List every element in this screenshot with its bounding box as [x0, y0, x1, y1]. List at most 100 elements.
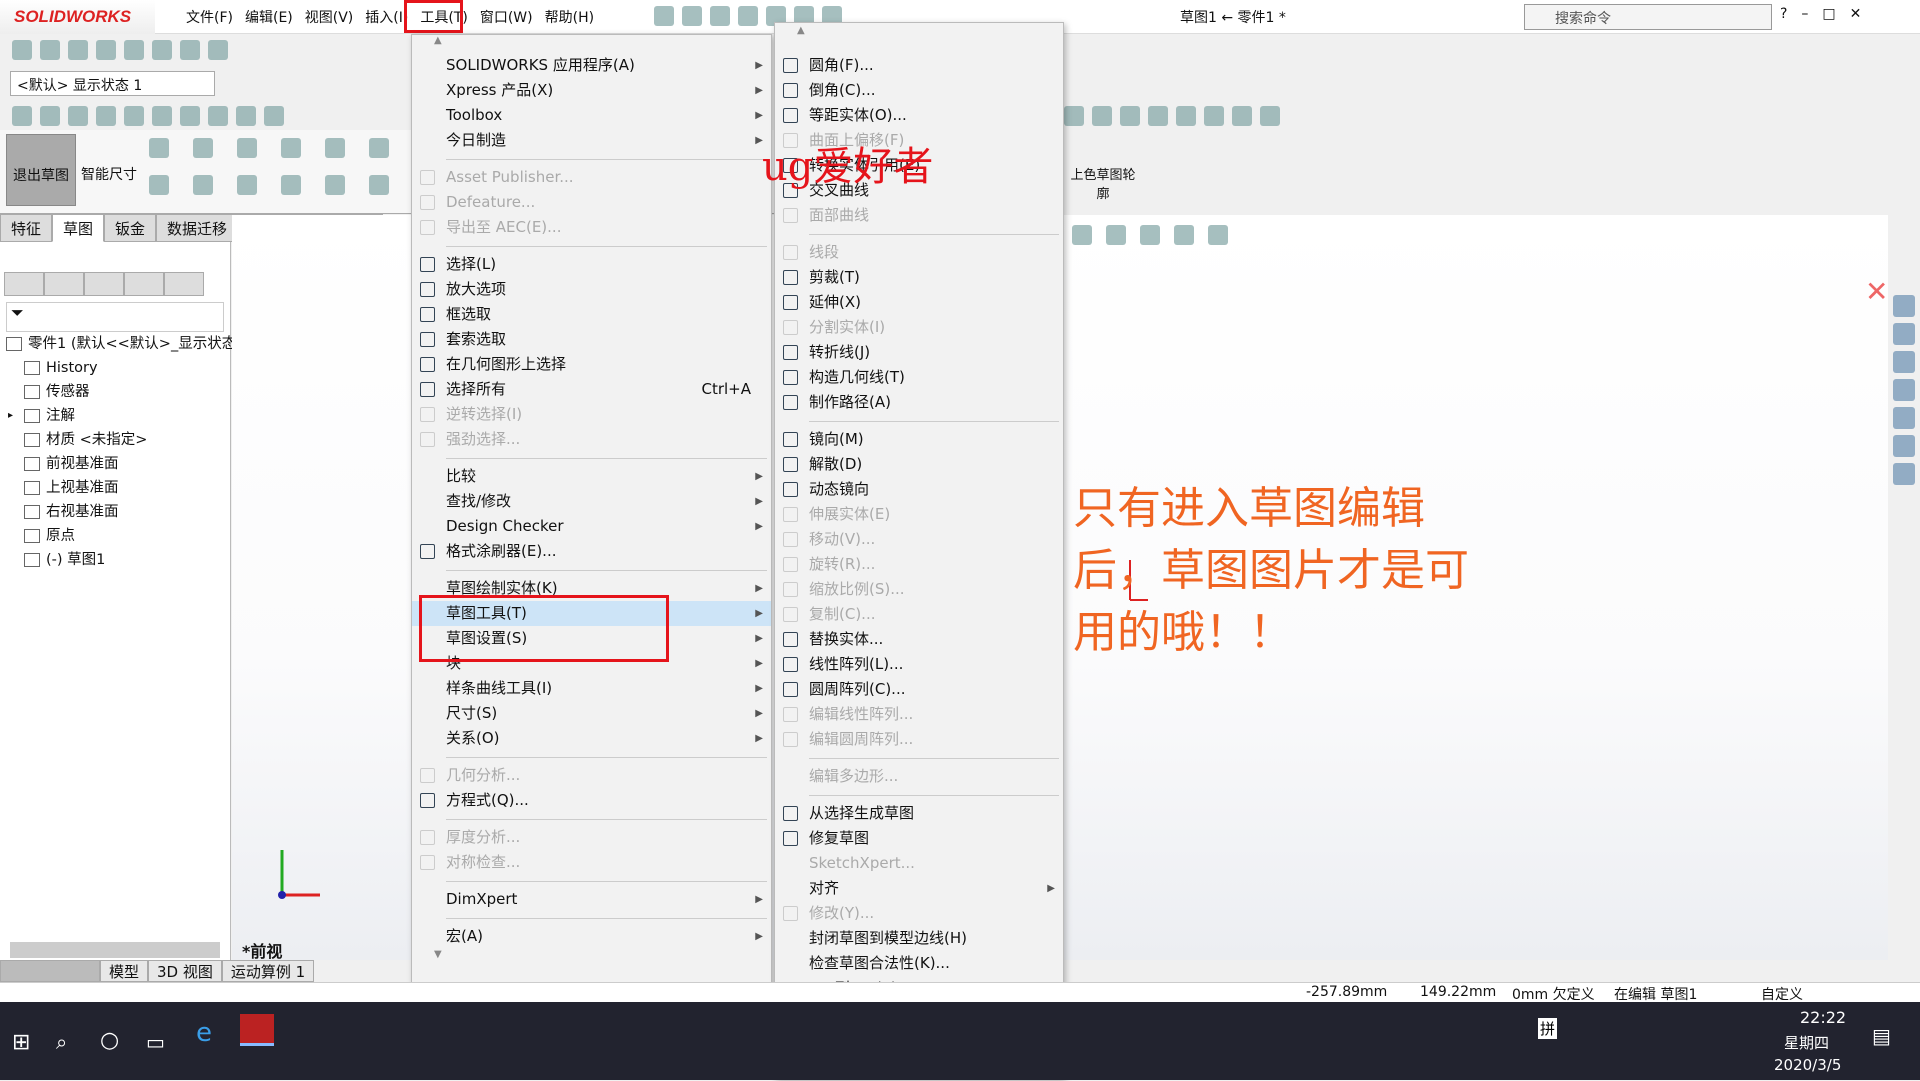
mass-icon[interactable] — [68, 40, 88, 60]
menu-item[interactable]: 等距实体(O)... — [775, 103, 1063, 128]
menu-item[interactable]: Xpress 产品(X) ▶ — [412, 78, 771, 103]
open-icon[interactable] — [710, 6, 730, 26]
menu-item[interactable]: 动态镜向 — [775, 477, 1063, 502]
tab-scroll-buttons[interactable] — [0, 960, 100, 982]
tab-0[interactable]: 特征 — [0, 214, 53, 242]
home-icon[interactable] — [1893, 295, 1915, 317]
solidworks-logo[interactable]: SOLIDWORKS — [0, 0, 155, 34]
notification-icon[interactable]: ▤ — [1872, 1024, 1891, 1048]
menu-item[interactable]: 伸展实体(E) — [775, 502, 1063, 527]
tree-item[interactable]: 上视基准面 — [6, 476, 236, 500]
forum-icon[interactable] — [1893, 463, 1915, 485]
tree-item[interactable]: 前视基准面 — [6, 452, 236, 476]
scroll-up-icon[interactable]: ▲ — [775, 23, 1063, 53]
menu-item[interactable]: 分割实体(I) — [775, 315, 1063, 340]
menu-item[interactable]: 编辑线性阵列... — [775, 702, 1063, 727]
edge-icon[interactable]: e — [196, 1018, 212, 1048]
menu-item[interactable]: 镜向(M) — [775, 427, 1063, 452]
menu-item[interactable]: 逆转选择(I) — [412, 402, 771, 427]
tool-icon[interactable] — [1120, 106, 1140, 126]
analysis-icon[interactable] — [208, 40, 228, 60]
spellcheck-icon[interactable] — [12, 40, 32, 60]
tool-icon[interactable] — [1092, 106, 1112, 126]
menu-item[interactable]: 移动(V)... — [775, 527, 1063, 552]
menu-item[interactable]: 旋转(R)... — [775, 552, 1063, 577]
search-icon[interactable]: ⌕ — [56, 1030, 67, 1054]
menu-item[interactable]: 比较 ▶ — [412, 464, 771, 489]
menu-item[interactable]: Toolbox ▶ — [412, 103, 771, 128]
menu-item[interactable]: Asset Publisher... — [412, 165, 771, 190]
trim-icon[interactable] — [369, 138, 389, 158]
appearance-icon[interactable] — [1174, 225, 1194, 245]
tree-item[interactable]: 传感器 — [6, 380, 236, 404]
tool-icon[interactable] — [1176, 106, 1196, 126]
mirror-icon[interactable] — [369, 175, 389, 195]
view-palette-icon[interactable] — [1893, 379, 1915, 401]
display-style-icon[interactable] — [1106, 225, 1126, 245]
sigma-icon[interactable] — [180, 40, 200, 60]
tool-icon[interactable] — [264, 106, 284, 126]
tool-icon[interactable] — [1148, 106, 1168, 126]
menu-item[interactable]: Defeature... — [412, 190, 771, 215]
menu-item[interactable]: 线段 — [775, 240, 1063, 265]
bottom-tab-2[interactable]: 运动算例 1 — [221, 960, 315, 982]
property-tab[interactable] — [44, 272, 84, 296]
point-icon[interactable] — [281, 175, 301, 195]
menu-item[interactable]: 圆周阵列(C)... — [775, 677, 1063, 702]
menu-item[interactable]: 对称检查... — [412, 850, 771, 875]
menu-item[interactable]: 样条曲线工具(I) ▶ — [412, 676, 771, 701]
start-icon[interactable]: ⊞ — [12, 1030, 30, 1055]
tool-icon[interactable] — [1204, 106, 1224, 126]
file-explorer-icon[interactable] — [1893, 351, 1915, 373]
search-input[interactable]: 搜索命令 — [1524, 4, 1772, 30]
menu-item[interactable]: 放大选项 — [412, 277, 771, 302]
polygon-icon[interactable] — [281, 138, 301, 158]
tool-icon[interactable] — [1064, 106, 1084, 126]
menu-item[interactable]: 剪裁(T) — [775, 265, 1063, 290]
menu-5[interactable]: 窗口(W) — [474, 7, 539, 27]
shaded-sketch-contour-button[interactable]: 上色草图轮廓 — [1070, 134, 1136, 206]
tool-icon[interactable] — [124, 106, 144, 126]
menu-item[interactable]: 关系(O) ▶ — [412, 726, 771, 751]
menu-item[interactable]: 方程式(Q)... — [412, 788, 771, 813]
scroll-up-icon[interactable]: ▲ — [412, 35, 771, 53]
tool-icon[interactable] — [1232, 106, 1252, 126]
bottom-tab-1[interactable]: 3D 视图 — [148, 960, 222, 982]
menu-item[interactable]: SOLIDWORKS 应用程序(A) ▶ — [412, 53, 771, 78]
menu-item[interactable]: 从选择生成草图 — [775, 801, 1063, 826]
tree-item[interactable]: 零件1 (默认<<默认>_显示状态 — [6, 332, 236, 356]
menu-item[interactable]: 编辑多边形... — [775, 764, 1063, 789]
clock-time[interactable]: 22:22 — [1800, 1008, 1846, 1027]
smart-dimension-button[interactable]: 智能尺寸 — [74, 134, 144, 206]
menu-item[interactable]: SketchXpert... — [775, 851, 1063, 876]
menu-item[interactable]: 格式涂刷器(E)... — [412, 539, 771, 564]
tool-icon[interactable] — [152, 106, 172, 126]
tree-item[interactable]: 材质 <未指定> — [6, 428, 236, 452]
appearance-tab[interactable] — [164, 272, 204, 296]
hide-show-icon[interactable] — [1140, 225, 1160, 245]
menu-item[interactable]: DimXpert ▶ — [412, 887, 771, 912]
appearances-icon[interactable] — [1893, 407, 1915, 429]
menu-item[interactable]: 修复草图 — [775, 826, 1063, 851]
menu-item[interactable]: 几何分析... — [412, 763, 771, 788]
menu-item[interactable]: 圆角(F)... — [775, 53, 1063, 78]
menu-item[interactable]: 构造几何线(T) — [775, 365, 1063, 390]
solidworks-taskbar-icon[interactable] — [240, 1014, 274, 1046]
arc-icon[interactable] — [193, 175, 213, 195]
tool-icon[interactable] — [12, 106, 32, 126]
scene-icon[interactable] — [1208, 225, 1228, 245]
rectangle-icon[interactable] — [149, 175, 169, 195]
measure-icon[interactable] — [40, 40, 60, 60]
menu-item[interactable]: 替换实体... — [775, 627, 1063, 652]
units-dropdown[interactable]: 自定义 — [1761, 984, 1803, 1004]
menu-item[interactable]: 选择所有 Ctrl+A — [412, 377, 771, 402]
circle-icon[interactable] — [193, 138, 213, 158]
tree-filter-input[interactable]: ⏷ — [6, 302, 224, 332]
menu-item[interactable]: 检查草图合法性(K)... — [775, 951, 1063, 976]
display-state-dropdown[interactable]: <默认> 显示状态 1 — [10, 71, 215, 96]
line-icon[interactable] — [149, 138, 169, 158]
menu-item[interactable]: 尺寸(S) ▶ — [412, 701, 771, 726]
menu-item[interactable]: 今日制造 ▶ — [412, 128, 771, 153]
tool-icon[interactable] — [208, 106, 228, 126]
text-icon[interactable] — [325, 138, 345, 158]
